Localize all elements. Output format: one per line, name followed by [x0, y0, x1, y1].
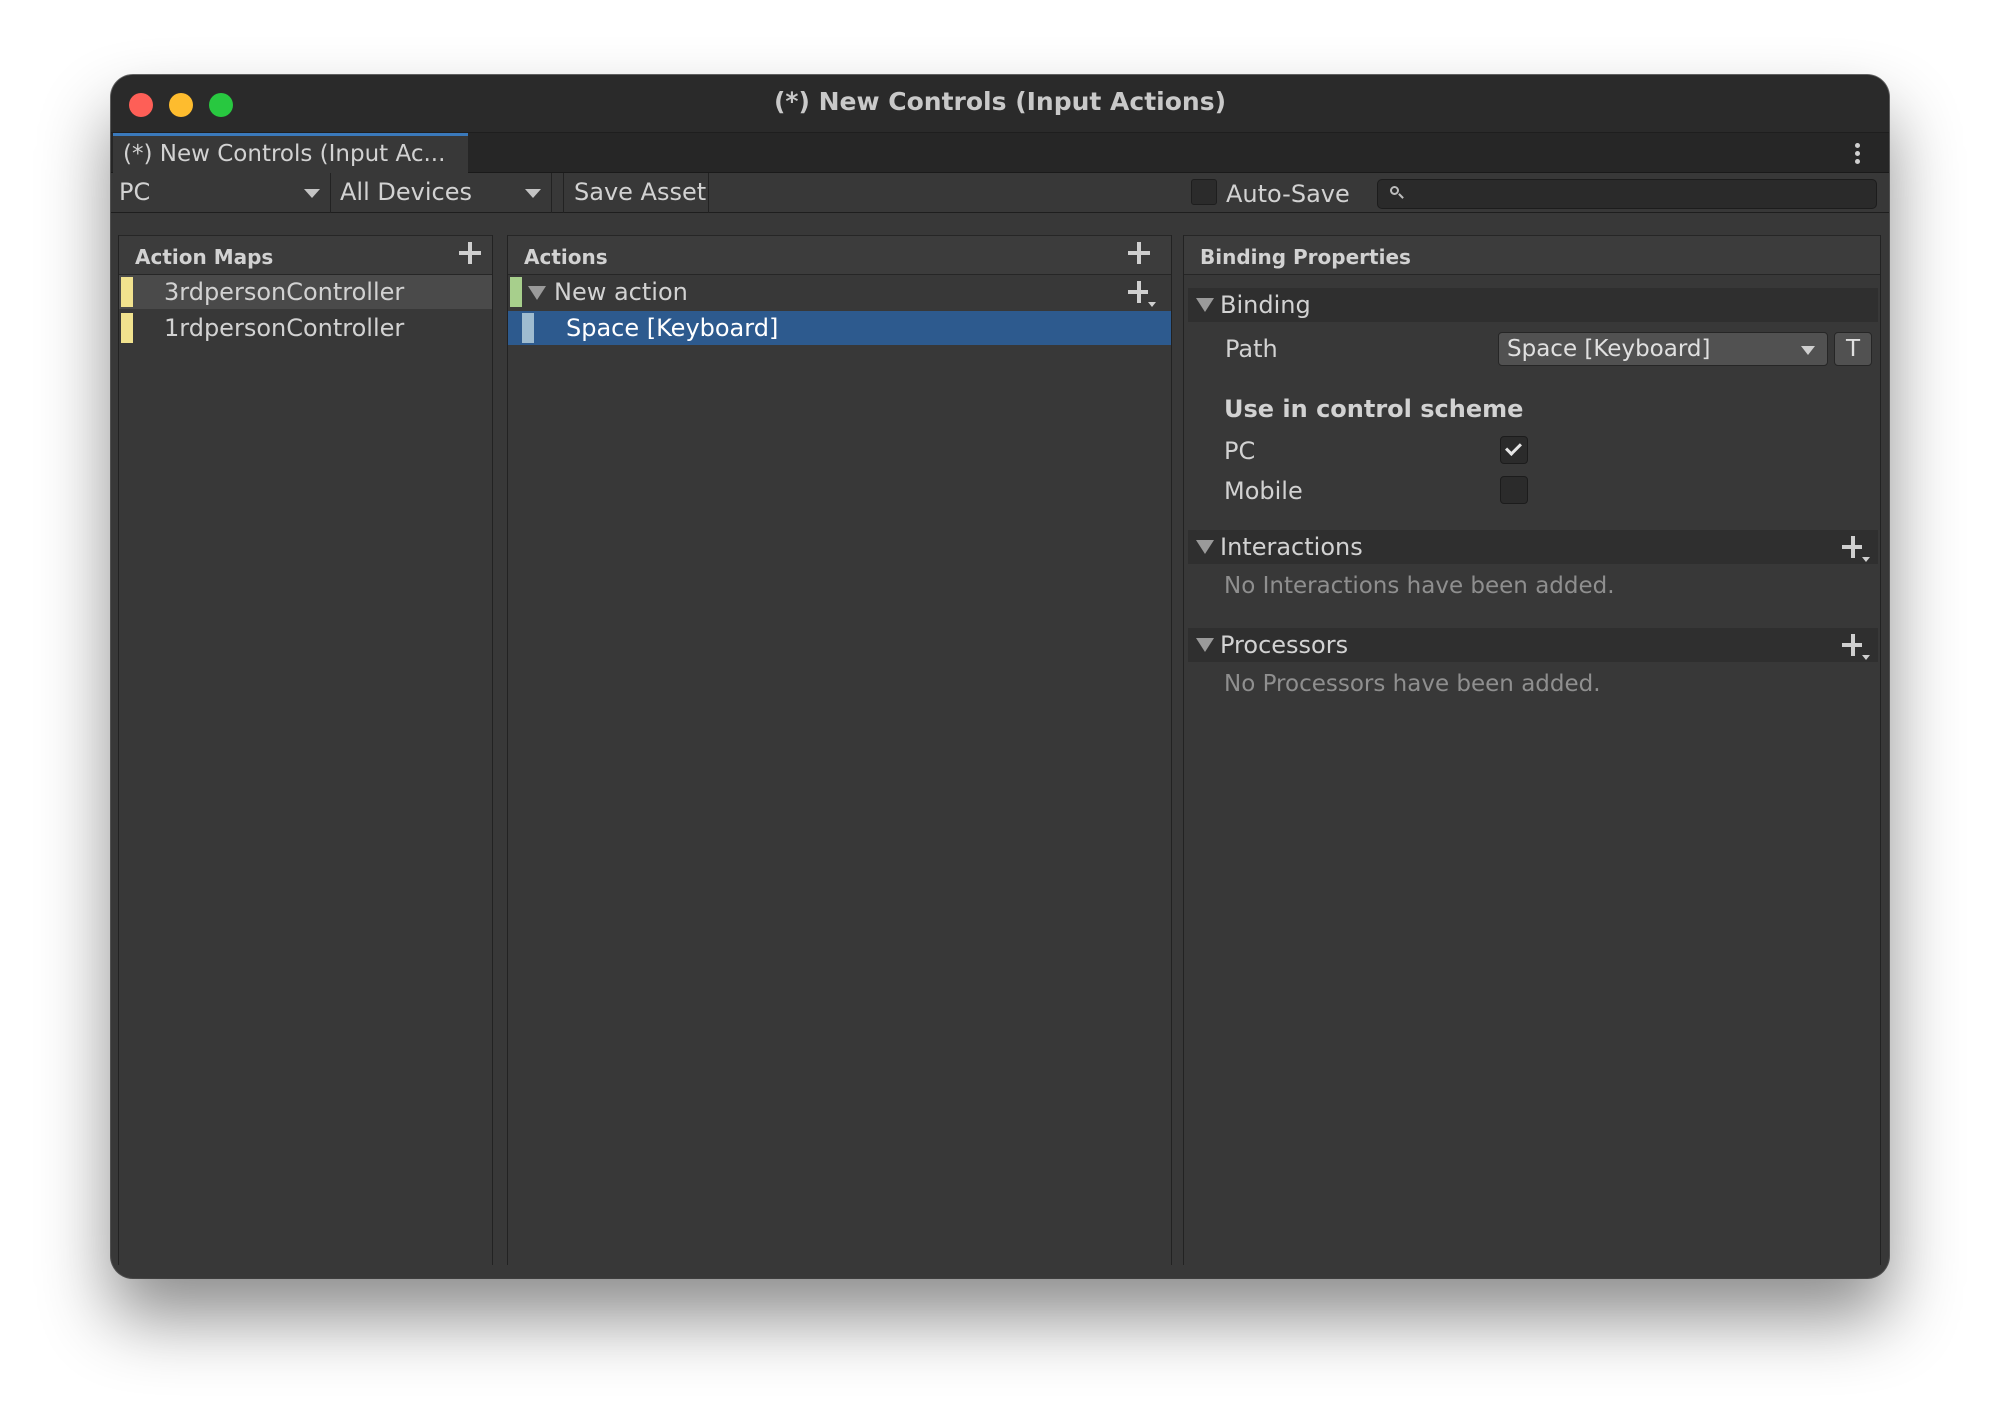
path-dropdown[interactable]: Space [Keyboard] — [1498, 332, 1828, 366]
interactions-section-header[interactable]: Interactions — [1188, 530, 1878, 564]
auto-save-label: Auto-Save — [1226, 180, 1350, 208]
actions-panel: Actions New action Space [Keyboard] — [507, 235, 1172, 1265]
more-options-icon[interactable] — [1855, 143, 1861, 165]
interactions-section-label: Interactions — [1220, 533, 1363, 561]
processors-section-header[interactable]: Processors — [1188, 628, 1878, 662]
action-map-item[interactable]: 3rdpersonController — [119, 275, 492, 309]
window-title: (*) New Controls (Input Actions) — [773, 87, 1227, 116]
processors-section-label: Processors — [1220, 631, 1349, 659]
control-scheme-value: PC — [119, 178, 151, 206]
checkmark-icon — [1505, 439, 1522, 456]
action-label: New action — [554, 278, 688, 306]
action-map-color-strip — [121, 277, 133, 307]
chevron-down-icon — [304, 189, 320, 198]
action-map-label: 3rdpersonController — [164, 278, 405, 306]
action-map-color-strip — [121, 313, 133, 343]
collapse-triangle-icon — [1196, 298, 1214, 312]
processors-empty-text: No Processors have been added. — [1224, 671, 1601, 697]
devices-value: All Devices — [340, 178, 472, 206]
action-maps-header: Action Maps — [119, 235, 492, 275]
binding-label: Space [Keyboard] — [566, 314, 779, 342]
action-maps-panel: Action Maps 3rdpersonController 1rdperso… — [118, 235, 493, 1265]
action-maps-title: Action Maps — [135, 245, 274, 269]
collapse-triangle-icon — [1196, 638, 1214, 652]
title-bar[interactable]: (*) New Controls (Input Actions) — [111, 75, 1889, 133]
scheme-label-pc: PC — [1224, 437, 1256, 465]
action-map-item[interactable]: 1rdpersonController — [119, 311, 492, 345]
path-label: Path — [1225, 335, 1278, 363]
scheme-label-mobile: Mobile — [1224, 477, 1303, 505]
add-binding-icon[interactable] — [1128, 281, 1156, 307]
tab-bar: (*) New Controls (Input Ac... — [111, 133, 1889, 173]
binding-properties-title: Binding Properties — [1200, 245, 1411, 269]
path-value: Space [Keyboard] — [1507, 336, 1711, 362]
search-input[interactable] — [1377, 179, 1877, 209]
control-scheme-dropdown[interactable]: PC — [111, 173, 331, 213]
add-interaction-icon[interactable] — [1842, 536, 1870, 562]
auto-save-checkbox[interactable] — [1191, 179, 1217, 205]
add-processor-icon[interactable] — [1842, 634, 1870, 660]
input-actions-window: (*) New Controls (Input Actions) (*) New… — [111, 75, 1889, 1278]
save-asset-button[interactable]: Save Asset — [563, 173, 709, 213]
binding-item[interactable]: Space [Keyboard] — [508, 311, 1171, 345]
collapse-triangle-icon — [1196, 540, 1214, 554]
action-item[interactable]: New action — [508, 275, 1171, 309]
action-color-strip — [510, 277, 522, 307]
tab-new-controls[interactable]: (*) New Controls (Input Ac... — [113, 133, 468, 173]
binding-color-strip — [522, 313, 534, 343]
scheme-checkbox-mobile[interactable] — [1500, 476, 1528, 504]
binding-properties-header: Binding Properties — [1184, 235, 1880, 275]
binding-section-label: Binding — [1220, 291, 1311, 319]
devices-dropdown[interactable]: All Devices — [332, 173, 552, 213]
binding-properties-panel: Binding Properties Binding Path Space [K… — [1183, 235, 1881, 1265]
expand-triangle-icon[interactable] — [528, 286, 546, 300]
actions-title: Actions — [524, 245, 608, 269]
scheme-checkbox-pc[interactable] — [1500, 436, 1528, 464]
add-action-icon[interactable] — [1128, 242, 1150, 264]
action-map-label: 1rdpersonController — [164, 314, 405, 342]
actions-header: Actions — [508, 235, 1171, 275]
add-action-map-icon[interactable] — [459, 242, 481, 264]
text-mode-button[interactable]: T — [1834, 332, 1872, 366]
chevron-down-icon — [1801, 346, 1815, 355]
binding-section-header[interactable]: Binding — [1188, 288, 1878, 322]
use-in-control-scheme-label: Use in control scheme — [1224, 395, 1524, 423]
interactions-empty-text: No Interactions have been added. — [1224, 573, 1615, 599]
chevron-down-icon — [525, 189, 541, 198]
search-icon — [1390, 186, 1404, 199]
